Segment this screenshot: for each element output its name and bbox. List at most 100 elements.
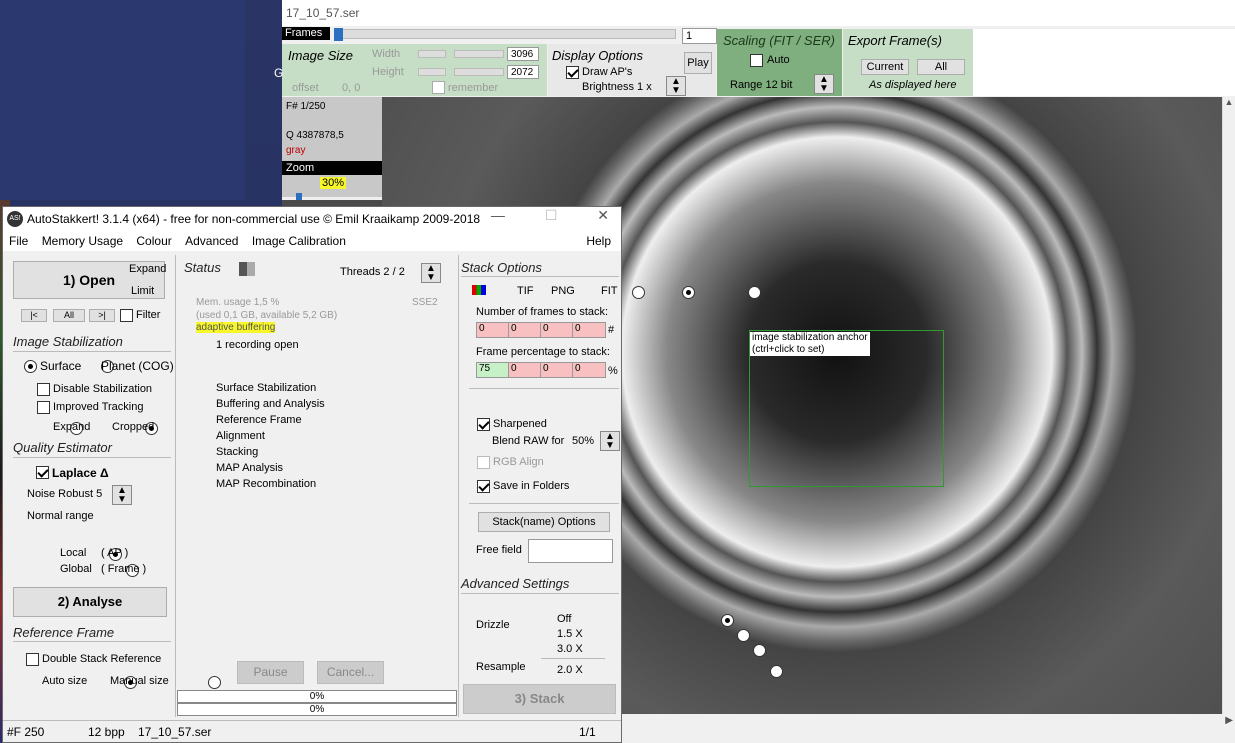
height-value[interactable]: 2072	[507, 65, 539, 79]
width-slider-a[interactable]	[418, 50, 446, 58]
sharpened-label: Sharpened	[493, 418, 547, 430]
as-displayed-label: As displayed here	[869, 79, 957, 91]
scroll-up-icon[interactable]: ▲	[1223, 97, 1235, 107]
hash-label: #	[608, 324, 615, 336]
num-frames-label: Number of frames to stack:	[476, 306, 609, 318]
num-frames-field[interactable]: 0	[508, 322, 542, 338]
width-value[interactable]: 3096	[507, 47, 539, 61]
menu-colour[interactable]: Colour	[136, 234, 171, 248]
last-frame-button[interactable]: >|	[89, 309, 115, 322]
frame-pct-field[interactable]: 0	[540, 362, 574, 378]
frames-slider[interactable]	[334, 29, 676, 39]
menu-help[interactable]: Help	[586, 231, 611, 251]
rgb-align-checkbox[interactable]	[477, 456, 490, 469]
frame-pct-field[interactable]: 0	[572, 362, 606, 378]
drizzle-off-label: Off	[557, 613, 572, 625]
laplace-checkbox[interactable]	[36, 466, 49, 479]
export-all-button[interactable]: All	[917, 59, 965, 75]
draw-aps-checkbox[interactable]	[566, 66, 579, 79]
frame-pct-label: Frame percentage to stack:	[476, 346, 610, 358]
anchor-label-line2: (ctrl+click to set)	[752, 344, 825, 355]
divider	[461, 276, 619, 277]
height-label: Height	[372, 66, 404, 78]
filter-checkbox[interactable]	[120, 309, 133, 322]
window-controls: — ☐ ✕	[491, 207, 617, 231]
sse-label: SSE2	[412, 297, 438, 308]
frame-number-input[interactable]: 1	[682, 28, 717, 44]
frames-label: Frames	[282, 27, 330, 40]
rgb-icon	[472, 285, 486, 295]
noise-robust-label: Noise Robust 5	[27, 488, 103, 500]
step-item: Stacking	[216, 446, 259, 458]
cancel-button[interactable]: Cancel...	[317, 661, 384, 684]
save-folders-checkbox[interactable]	[477, 480, 490, 493]
noise-robust-updown-icon[interactable]: ▲ ▼	[112, 485, 132, 505]
status-toggle-icon[interactable]	[239, 262, 255, 276]
play-button[interactable]: Play	[684, 52, 712, 74]
surface-radio[interactable]	[24, 360, 37, 374]
status-bpp: 12 bpp	[88, 725, 125, 739]
menu-memory-usage[interactable]: Memory Usage	[42, 234, 123, 248]
divider	[469, 388, 619, 389]
scroll-right-icon[interactable]: ▶	[1225, 715, 1233, 726]
width-slider-b[interactable]	[454, 50, 504, 58]
blend-updown-icon[interactable]: ▲ ▼	[600, 431, 620, 451]
threads-label: Threads 2 / 2	[340, 266, 405, 278]
global-frame-label: ( Frame )	[101, 563, 147, 575]
first-frame-button[interactable]: |<	[21, 309, 47, 322]
double-stack-checkbox[interactable]	[26, 653, 39, 666]
height-slider-b[interactable]	[454, 68, 504, 76]
blend-raw-label: Blend RAW for	[492, 435, 565, 447]
range-label: Range 12 bit	[730, 79, 793, 91]
num-frames-field[interactable]: 0	[572, 322, 606, 338]
divider	[469, 503, 619, 504]
vertical-scrollbar[interactable]: ▲	[1222, 97, 1235, 714]
sharpened-checkbox[interactable]	[477, 418, 490, 431]
scaling-panel: Scaling (FIT / SER) Auto Range 12 bit ▲ ▼	[717, 29, 842, 96]
auto-checkbox[interactable]	[750, 54, 763, 67]
stack-button[interactable]: 3) Stack	[463, 684, 616, 714]
maximize-icon[interactable]: ☐	[545, 207, 558, 223]
disable-stabilization-checkbox[interactable]	[37, 383, 50, 396]
menu-advanced[interactable]: Advanced	[185, 234, 238, 248]
improved-tracking-label: Improved Tracking	[53, 401, 144, 413]
planet-label: Planet (COG)	[101, 359, 174, 373]
all-frames-button[interactable]: All	[53, 309, 85, 322]
tif-radio[interactable]	[631, 286, 645, 300]
free-field-label: Free field	[476, 544, 522, 556]
export-panel: Export Frame(s) Current All As displayed…	[843, 29, 973, 96]
improved-tracking-checkbox[interactable]	[37, 401, 50, 414]
minimize-icon[interactable]: —	[491, 207, 505, 223]
analyse-button[interactable]: 2) Analyse	[13, 587, 167, 617]
brightness-updown-icon[interactable]: ▲ ▼	[666, 76, 686, 96]
close-icon[interactable]: ✕	[597, 207, 609, 223]
stackname-options-button[interactable]: Stack(name) Options	[478, 512, 610, 532]
menu-file[interactable]: File	[9, 234, 28, 248]
blend-raw-value: 50%	[572, 435, 595, 447]
free-field-input[interactable]	[528, 539, 613, 563]
num-frames-field[interactable]: 0	[476, 322, 510, 338]
height-slider-a[interactable]	[418, 68, 446, 76]
mem-usage: Mem. usage 1,5 %	[196, 297, 280, 308]
frame-pct-field[interactable]: 0	[508, 362, 542, 378]
expand-option-label: Expand	[53, 421, 91, 433]
menu-image-calibration[interactable]: Image Calibration	[252, 234, 346, 248]
offset-value: 0, 0	[342, 82, 361, 94]
display-options-label: Display Options	[552, 48, 644, 63]
threads-updown-icon[interactable]: ▲ ▼	[421, 263, 441, 283]
resample-20-label: 2.0 X	[557, 664, 583, 676]
stack-options-heading: Stack Options	[461, 260, 542, 275]
expand-label[interactable]: Expand	[129, 263, 166, 275]
pause-button[interactable]: Pause	[237, 661, 304, 684]
frame-pct-field[interactable]: 75	[476, 362, 510, 378]
tif-label: TIF	[517, 285, 534, 297]
frames-slider-thumb[interactable]	[334, 28, 343, 41]
image-stabilization-heading: Image Stabilization	[13, 334, 123, 349]
num-frames-field[interactable]: 0	[540, 322, 574, 338]
limit-label[interactable]: Limit	[131, 285, 154, 297]
png-label: PNG	[551, 285, 575, 297]
export-current-button[interactable]: Current	[861, 59, 909, 75]
range-updown-icon[interactable]: ▲ ▼	[814, 74, 834, 94]
remember-checkbox[interactable]	[432, 81, 445, 94]
manual-size-radio[interactable]	[208, 676, 222, 690]
